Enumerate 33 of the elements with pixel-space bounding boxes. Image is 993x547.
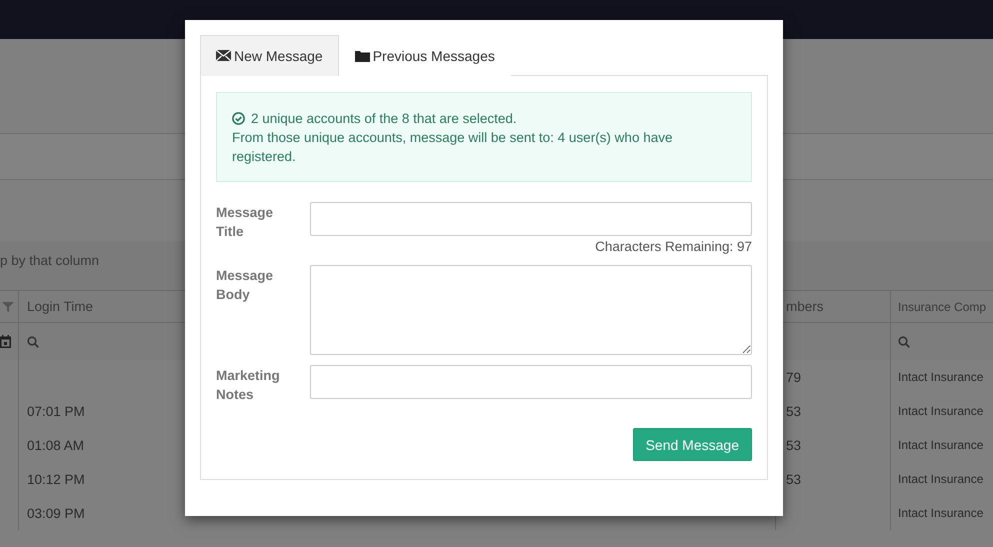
filter-icon[interactable] xyxy=(2,300,14,312)
input-field[interactable] xyxy=(310,202,752,236)
search-icon[interactable] xyxy=(27,336,39,348)
alert-text: 2 unique accounts of the 8 that are selected. xyxy=(251,110,517,128)
search-icon[interactable] xyxy=(898,336,910,348)
tab[interactable]: New Message xyxy=(200,35,339,76)
table-cell: 53 xyxy=(786,438,802,452)
table-cell: 01:08 AM xyxy=(27,438,84,452)
send-message-button[interactable]: Send Message xyxy=(632,428,752,461)
folder-icon xyxy=(354,50,370,62)
table-cell: Intact Insurance xyxy=(898,506,984,520)
table-cell: Intact Insurance xyxy=(898,472,984,486)
message-body-field[interactable] xyxy=(310,265,752,355)
field-label: Message Title xyxy=(216,204,274,241)
table-cell: 53 xyxy=(786,472,802,486)
group-hint: p by that column xyxy=(0,253,100,268)
table-cell: Intact Insurance xyxy=(898,438,984,452)
field-label: Marketing Notes xyxy=(216,367,281,404)
table-cell: 07:01 PM xyxy=(27,404,85,418)
input-field[interactable] xyxy=(310,365,752,399)
alert-text: From those unique accounts, message will be sent to: 4 user(s) who have registered. xyxy=(232,129,674,166)
column-header[interactable]: Insurance Comp xyxy=(890,290,993,323)
envelope-icon xyxy=(216,50,231,61)
field-label: Message Body xyxy=(216,267,274,304)
table-cell: Intact Insurance xyxy=(898,370,984,384)
calendar-icon[interactable] xyxy=(0,335,11,348)
table-cell: 53 xyxy=(786,404,802,418)
table-cell: 03:09 PM xyxy=(27,506,85,520)
check-circle-icon xyxy=(232,112,245,125)
table-cell: Intact Insurance xyxy=(898,404,984,418)
table-cell: 10:12 PM xyxy=(27,472,85,486)
table-cell: 79 xyxy=(786,370,802,384)
characters-remaining: Characters Remaining: 97 xyxy=(595,238,752,255)
